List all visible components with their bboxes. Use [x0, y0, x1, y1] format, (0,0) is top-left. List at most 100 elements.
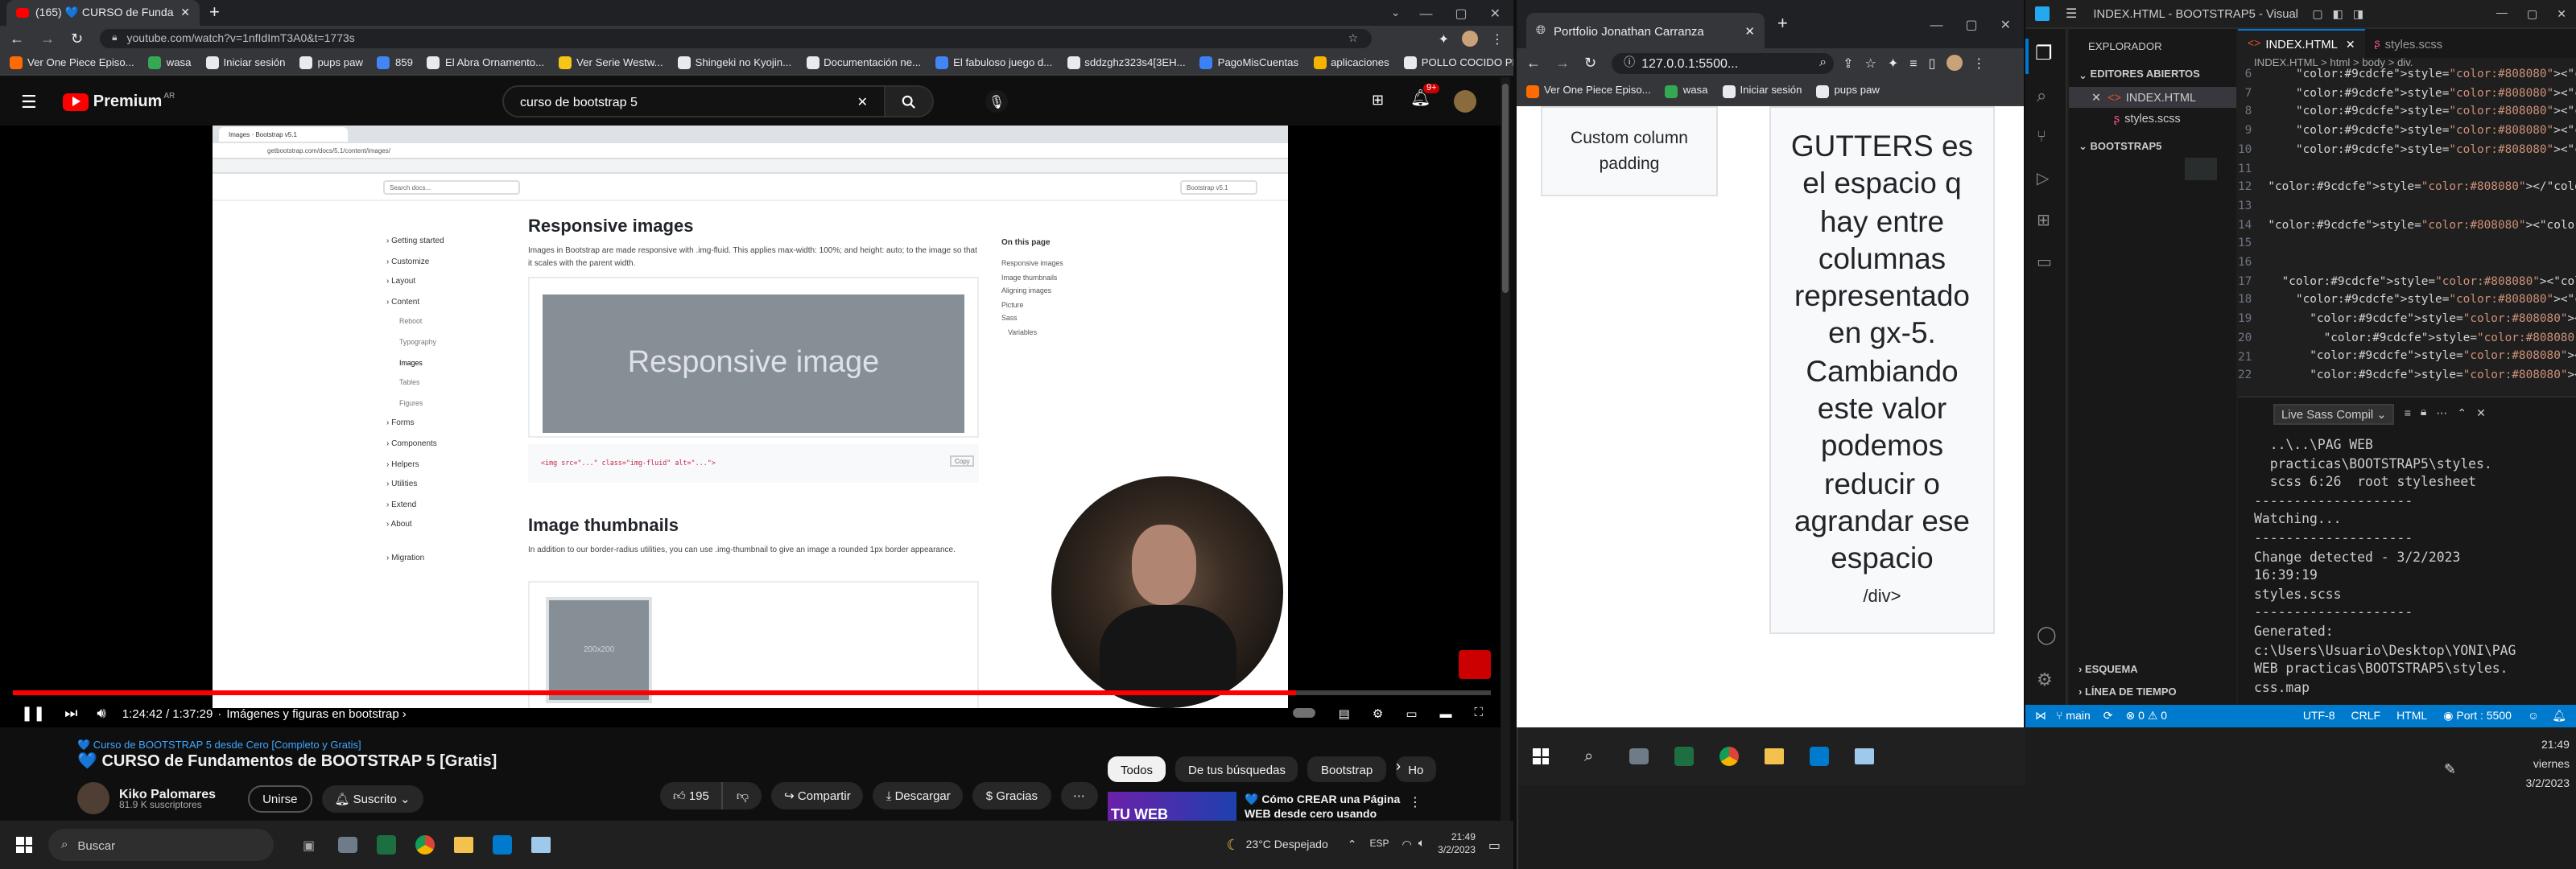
- vscode-icon[interactable]: [1809, 747, 1829, 766]
- manage-gear-icon[interactable]: ⚙: [2037, 669, 2053, 690]
- live-server-port[interactable]: Port : 5500: [2456, 710, 2512, 722]
- bookmark-item[interactable]: 859: [377, 56, 413, 69]
- tab-search-icon[interactable]: ⌄: [1391, 6, 1401, 19]
- file-tree-item[interactable]: ›node_modules: [2069, 158, 2088, 179]
- filter-chip[interactable]: Bootstrap: [1307, 756, 1386, 782]
- subscribe-watermark-icon[interactable]: [1459, 650, 1491, 679]
- bookmark-item[interactable]: Shingeki no Kyojin...: [677, 56, 791, 69]
- minimize-icon[interactable]: —: [2496, 8, 2508, 19]
- layout-icon-2[interactable]: ◧: [2333, 7, 2343, 20]
- wifi-icon[interactable]: ◠: [1402, 838, 1412, 851]
- run-debug-icon[interactable]: ▷: [2037, 171, 2049, 188]
- open-editor-scss[interactable]: ʂ styles.scss: [2069, 108, 2236, 130]
- close-icon[interactable]: ✕: [2476, 407, 2486, 420]
- timeline-header[interactable]: › LÍNEA DE TIEMPO: [2069, 682, 2236, 704]
- bookmark-item[interactable]: Ver Serie Westw...: [559, 56, 663, 69]
- share-button[interactable]: ↪ Compartir: [771, 782, 864, 809]
- layout-icon-3[interactable]: ◨: [2353, 7, 2363, 20]
- url-field[interactable]: 🔒︎ youtube.com/watch?v=1nfIdImT3A0&t=177…: [99, 29, 1372, 48]
- pen-icon[interactable]: ✎: [2444, 761, 2456, 779]
- tab-youtube[interactable]: (165) 💙 CURSO de Fundame ✕: [6, 0, 200, 26]
- close-window-icon[interactable]: ✕: [1490, 6, 1501, 20]
- camera-app-icon[interactable]: [1629, 748, 1649, 764]
- profile-avatar[interactable]: [1946, 55, 1963, 71]
- close-window-icon[interactable]: ✕: [2557, 7, 2566, 20]
- encoding-indicator[interactable]: UTF-8: [2303, 710, 2335, 722]
- bookmark-item[interactable]: pups paw: [1816, 84, 1880, 97]
- clear-search-icon[interactable]: ✕: [857, 94, 868, 109]
- minimize-icon[interactable]: —: [1930, 17, 1942, 31]
- vscode-icon[interactable]: [492, 835, 512, 855]
- maximize-icon[interactable]: ▢: [1965, 17, 1977, 31]
- chip-next-icon[interactable]: ›: [1396, 758, 1401, 774]
- accounts-icon[interactable]: ◯: [2037, 624, 2057, 645]
- rec-menu-icon[interactable]: ⋮: [1409, 795, 1422, 809]
- create-icon[interactable]: ⊞: [1372, 92, 1384, 109]
- tray-up-icon[interactable]: ⌃: [1348, 838, 1357, 851]
- zoom-icon[interactable]: ⌕: [1819, 55, 1827, 71]
- minimize-icon[interactable]: —: [1419, 6, 1432, 20]
- search-icon[interactable]: ⌕: [1584, 748, 1593, 765]
- portfolio-url-field[interactable]: ⓘ 127.0.0.1:5500... ⌕: [1611, 52, 1834, 73]
- hashtag-link[interactable]: 💙 Curso de BOOTSTRAP 5 desde Cero [Compl…: [77, 739, 361, 752]
- forward-icon[interactable]: →: [40, 31, 55, 47]
- more-actions-button[interactable]: ⋯: [1060, 782, 1098, 809]
- explorer-icon[interactable]: ❐: [2035, 42, 2053, 64]
- close-icon[interactable]: ✕: [2091, 90, 2101, 105]
- bookmark-item[interactable]: POLLO COCIDO PE...: [1403, 56, 1513, 69]
- star-icon[interactable]: ☆: [1348, 32, 1359, 45]
- download-button[interactable]: ⤓ Descargar: [873, 782, 964, 809]
- clock-right[interactable]: 21:49 viernes 3/2/2023: [2492, 737, 2570, 795]
- media-icon[interactable]: ≡: [1909, 56, 1917, 70]
- account-avatar[interactable]: [1454, 90, 1476, 113]
- code-view[interactable]: 6 7 8 9 10 11 12 13 14 15 16 17 18 19 20 21 22 "color:#9…: [2238, 66, 2576, 385]
- star-icon[interactable]: ☆: [1865, 56, 1876, 70]
- new-tab-icon[interactable]: +: [1777, 14, 1788, 34]
- excel-icon[interactable]: [1674, 747, 1694, 766]
- chrome-icon[interactable]: [415, 835, 435, 855]
- problems-indicator[interactable]: ⊗ 0 ⚠ 0: [2126, 710, 2168, 723]
- open-editor-index[interactable]: ✕ <> INDEX.HTML: [2069, 86, 2236, 108]
- autoplay-toggle[interactable]: [1293, 708, 1316, 718]
- pause-icon[interactable]: ❚❚: [21, 704, 45, 722]
- camera-app-icon[interactable]: [337, 837, 357, 853]
- search-button[interactable]: [884, 87, 932, 116]
- profile-avatar[interactable]: [1462, 31, 1478, 47]
- clock[interactable]: 21:49 3/2/2023: [1438, 832, 1476, 858]
- source-control-icon[interactable]: ⑂: [2037, 129, 2046, 146]
- scrollbar[interactable]: [1501, 77, 1510, 821]
- taskbar-search[interactable]: ⌕ Buscar: [48, 829, 274, 861]
- reload-icon[interactable]: ↻: [1584, 54, 1596, 72]
- notification-icon[interactable]: ▭: [1488, 838, 1501, 852]
- editor-tab-index[interactable]: <> INDEX.HTML ✕: [2238, 29, 2365, 58]
- feedback-icon[interactable]: ☺: [2528, 710, 2539, 722]
- fullscreen-icon[interactable]: ⛶: [1475, 705, 1484, 721]
- extensions-icon[interactable]: ⊞: [2037, 212, 2050, 230]
- branch-name[interactable]: main: [2066, 710, 2090, 722]
- recommendation-title[interactable]: 💙 Cómo CREAR una Página WEB desde cero u…: [1245, 793, 1406, 821]
- thanks-button[interactable]: $ Gracias: [972, 782, 1051, 809]
- app-icon[interactable]: [530, 837, 551, 853]
- forward-icon[interactable]: →: [1555, 55, 1570, 71]
- youtube-logo-icon[interactable]: [62, 93, 89, 110]
- chevron-up-icon[interactable]: ⌃: [2457, 407, 2467, 420]
- file-tree-item[interactable]: ▣Captura de pantalla (...: [2153, 158, 2185, 179]
- menu-icon[interactable]: ⋮: [1491, 31, 1504, 46]
- bookmark-item[interactable]: Ver One Piece Episo...: [1526, 84, 1651, 97]
- close-window-icon[interactable]: ✕: [2000, 17, 2011, 31]
- bookmark-item[interactable]: wasa: [148, 56, 192, 69]
- close-icon[interactable]: ✕: [2346, 38, 2355, 51]
- hamburger-icon[interactable]: ☰: [21, 91, 37, 112]
- lock-icon[interactable]: 🔒︎: [2421, 407, 2426, 420]
- filter-chip[interactable]: Todos: [1108, 756, 1166, 782]
- remote-explorer-icon[interactable]: ▭: [2037, 254, 2052, 272]
- windows-start-icon[interactable]: [16, 837, 32, 853]
- tab-portfolio[interactable]: 🌐︎ Portfolio Jonathan Carranza ✕: [1526, 13, 1765, 48]
- remote-icon[interactable]: ⋈: [2035, 710, 2046, 723]
- mic-icon[interactable]: 🎙︎: [985, 90, 1008, 113]
- search-input[interactable]: curso de bootstrap 5 ✕: [502, 85, 934, 117]
- file-tree-item[interactable]: ▣Captura de pantalla (...: [2088, 158, 2120, 179]
- bookmark-item[interactable]: sddzghz323s4[3EH...: [1067, 56, 1186, 69]
- windows-start-icon[interactable]: [1533, 748, 1549, 764]
- folder-header[interactable]: ⌄ BOOTSTRAP5: [2069, 136, 2236, 158]
